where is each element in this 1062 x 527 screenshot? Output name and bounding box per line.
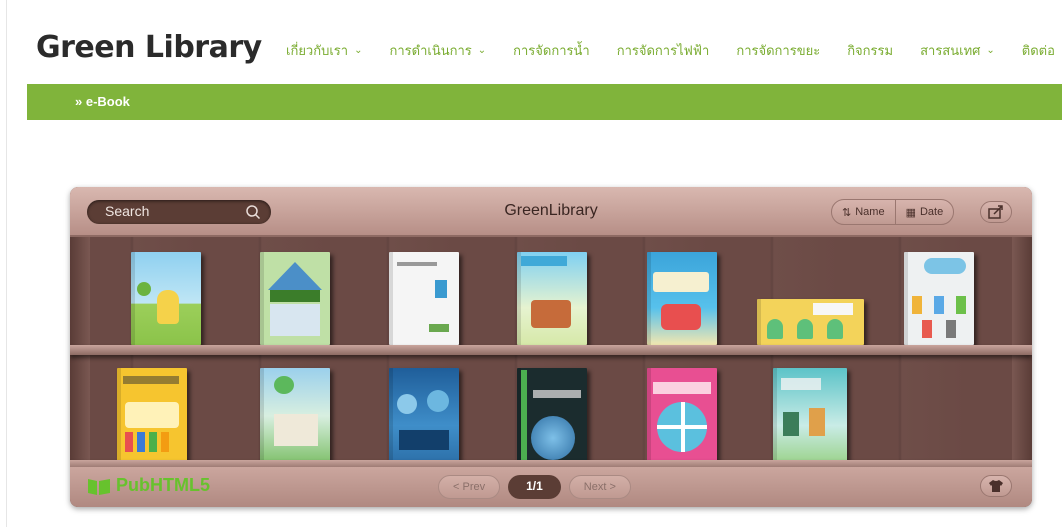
nav-item-label: กิจกรรม xyxy=(847,43,894,58)
nav-item-operations[interactable]: การดำเนินการ ⌄ xyxy=(389,40,486,61)
share-icon xyxy=(988,205,1003,219)
nav-item-label: การจัดการน้ำ xyxy=(513,43,590,58)
book-cover[interactable] xyxy=(517,368,587,464)
nav-item-activities[interactable]: กิจกรรม xyxy=(847,40,893,61)
breadcrumb-bar: » e-Book xyxy=(27,84,1062,120)
bookshelf: Search GreenLibrary ⇅ Name ▦ Date PubHTM… xyxy=(70,187,1032,507)
book-cover[interactable] xyxy=(757,299,864,345)
pubhtml5-logo[interactable]: PubHTML5 xyxy=(86,475,210,496)
sort-name-button[interactable]: ⇅ Name xyxy=(832,200,895,224)
book-cover[interactable] xyxy=(647,252,717,345)
book-cover[interactable] xyxy=(131,252,201,345)
nav-item-label: เกี่ยวกับเรา xyxy=(286,43,349,58)
nav-item-info[interactable]: สารสนเทศ ⌄ xyxy=(920,40,995,61)
nav-item-label: ติดต่อ xyxy=(1021,43,1055,58)
sort-date-label: Date xyxy=(919,206,944,218)
bookshelf-footer: PubHTML5 < Prev 1/1 Next > xyxy=(70,467,1032,507)
nav-item-water[interactable]: การจัดการน้ำ xyxy=(513,40,590,61)
chevron-down-icon: ⌄ xyxy=(354,45,363,56)
book-cover[interactable] xyxy=(517,252,587,345)
main-nav: เกี่ยวกับเรา ⌄ การดำเนินการ ⌄ การจัดการน้ำ… xyxy=(286,40,1062,61)
pagination: < Prev 1/1 Next > xyxy=(438,475,631,499)
chevron-down-icon: ⌄ xyxy=(986,45,995,56)
next-button[interactable]: Next > xyxy=(568,475,631,499)
book-cover[interactable] xyxy=(260,252,330,345)
shelf-plank xyxy=(70,345,1032,355)
book-cover[interactable] xyxy=(389,368,459,464)
nav-item-contact[interactable]: ติดต่อ xyxy=(1022,40,1055,61)
brand-label: PubHTML5 xyxy=(116,475,210,495)
calendar-icon: ▦ xyxy=(905,206,916,219)
book-cover[interactable] xyxy=(904,252,974,345)
site-title[interactable]: Green Library xyxy=(36,30,262,65)
sort-name-label: Name xyxy=(855,206,885,218)
nav-item-label: การดำเนินการ xyxy=(389,43,472,58)
book-cover[interactable] xyxy=(389,252,459,345)
nav-item-about[interactable]: เกี่ยวกับเรา ⌄ xyxy=(286,40,362,61)
book-cover[interactable] xyxy=(117,368,187,464)
prev-button[interactable]: < Prev xyxy=(438,475,501,499)
nav-item-label: การจัดการไฟฟ้า xyxy=(616,43,710,58)
share-button[interactable] xyxy=(980,201,1012,223)
book-logo-icon xyxy=(88,478,110,495)
breadcrumb[interactable]: » e-Book xyxy=(75,94,130,109)
theme-button[interactable] xyxy=(980,475,1012,497)
book-cover[interactable] xyxy=(773,368,847,464)
tshirt-icon xyxy=(989,480,1003,492)
page: Green Library เกี่ยวกับเรา ⌄ การดำเนินการ… xyxy=(0,0,1062,527)
nav-item-label: การจัดการขยะ xyxy=(736,43,821,58)
nav-item-waste[interactable]: การจัดการขยะ xyxy=(736,40,820,61)
sort-date-button[interactable]: ▦ Date xyxy=(894,200,954,224)
sort-az-icon: ⇅ xyxy=(842,206,852,219)
bookshelf-toolbar: Search GreenLibrary ⇅ Name ▦ Date xyxy=(70,187,1032,237)
nav-item-electricity[interactable]: การจัดการไฟฟ้า xyxy=(617,40,710,61)
book-cover[interactable] xyxy=(647,368,717,464)
book-cover[interactable] xyxy=(260,368,330,464)
nav-item-label: สารสนเทศ xyxy=(920,43,981,58)
chevron-down-icon: ⌄ xyxy=(477,45,487,56)
page-indicator: 1/1 xyxy=(508,475,561,499)
sort-controls: ⇅ Name ▦ Date xyxy=(831,199,955,225)
